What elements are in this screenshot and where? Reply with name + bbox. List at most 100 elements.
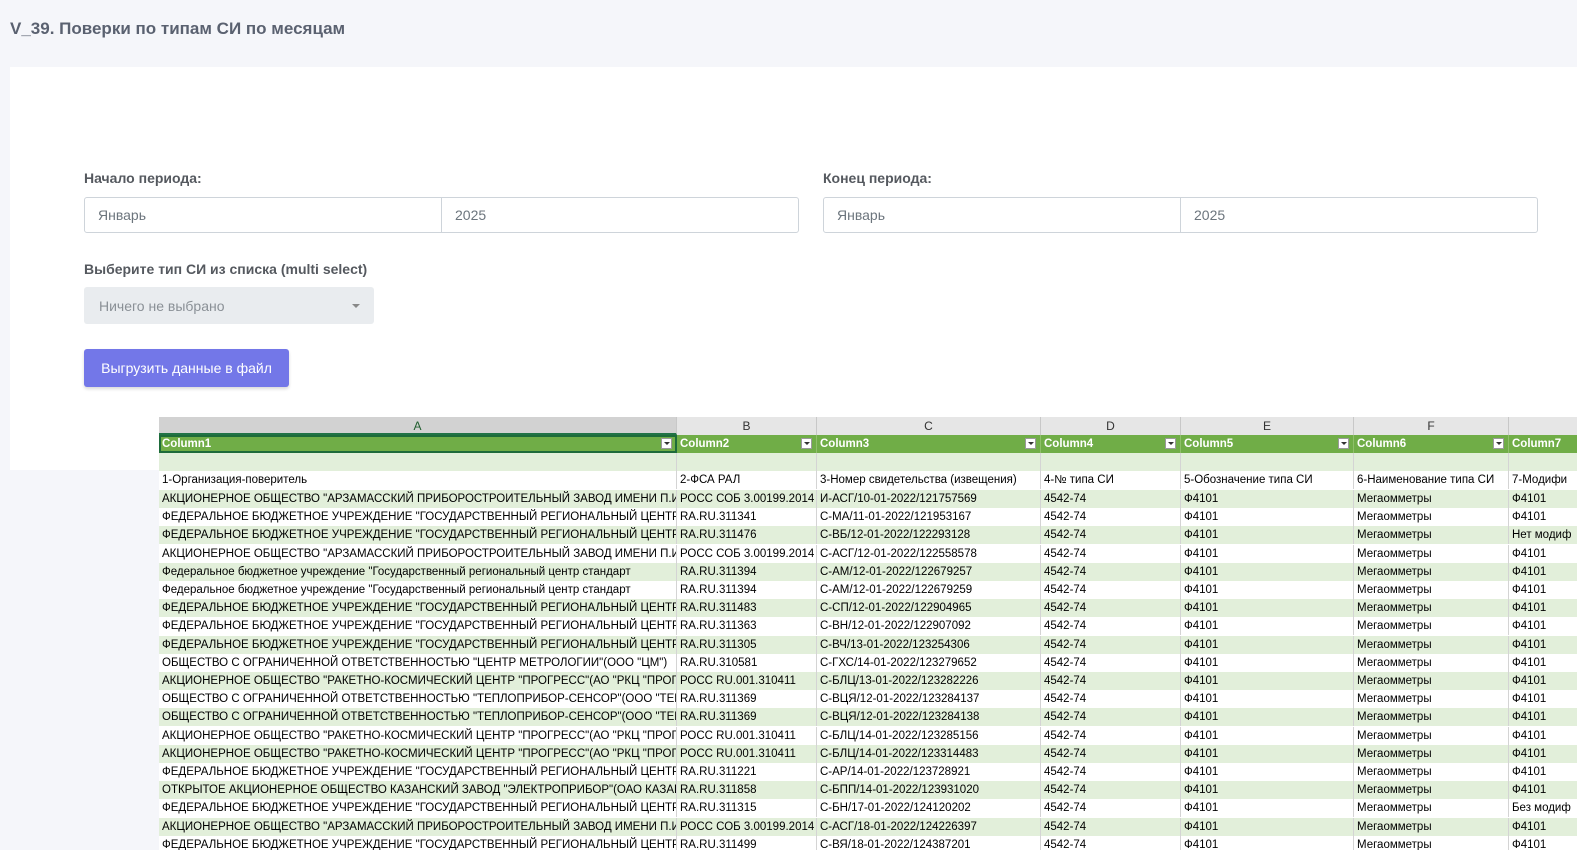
table-cell[interactable]: ОТКРЫТОЕ АКЦИОНЕРНОЕ ОБЩЕСТВО КАЗАНСКИЙ … <box>159 781 677 800</box>
table-cell[interactable]: С-ВЦЯ/12-01-2022/123284138 <box>817 708 1041 727</box>
table-cell[interactable]: РОСС RU.001.310411 <box>677 672 817 690</box>
table-cell[interactable]: 4542-74 <box>1041 508 1181 527</box>
table-cell[interactable]: Ф4101 <box>1509 745 1577 763</box>
header-cell[interactable]: Column5 <box>1181 435 1354 453</box>
end-month-select[interactable]: Январь <box>824 198 1180 232</box>
table-cell[interactable]: ФЕДЕРАЛЬНОЕ БЮДЖЕТНОЕ УЧРЕЖДЕНИЕ "ГОСУДА… <box>159 835 677 850</box>
table-cell[interactable]: Мегаомметры <box>1354 490 1509 508</box>
table-cell[interactable]: 4542-74 <box>1041 490 1181 508</box>
table-cell[interactable]: АКЦИОНЕРНОЕ ОБЩЕСТВО "РАКЕТНО-КОСМИЧЕСКИ… <box>159 672 677 690</box>
table-cell[interactable]: Ф4101 <box>1509 781 1577 799</box>
table-cell[interactable]: Мегаомметры <box>1354 508 1509 527</box>
table-cell[interactable]: RA.RU.311476 <box>677 526 817 545</box>
table-cell[interactable]: 3-Номер свидетельства (извещения) <box>817 471 1041 489</box>
table-cell[interactable]: С-ГХС/14-01-2022/123279652 <box>817 653 1041 672</box>
table-cell[interactable]: Ф4101 <box>1181 726 1354 745</box>
table-cell[interactable]: Нет модиф <box>1509 526 1577 544</box>
table-cell[interactable]: Федеральное бюджетное учреждение "Госуда… <box>159 581 677 599</box>
table-cell[interactable]: 4542-74 <box>1041 835 1181 850</box>
table-cell[interactable]: Мегаомметры <box>1354 835 1509 850</box>
table-cell[interactable]: RA.RU.311858 <box>677 781 817 800</box>
header-cell[interactable]: Column7 <box>1509 435 1577 453</box>
end-year-input[interactable]: 2025 <box>1180 198 1537 232</box>
table-cell[interactable]: РОСС RU.001.310411 <box>677 744 817 763</box>
table-cell[interactable]: Ф4101 <box>1509 508 1577 526</box>
table-cell[interactable]: 4542-74 <box>1041 562 1181 581</box>
table-cell[interactable]: ФЕДЕРАЛЬНОЕ БЮДЖЕТНОЕ УЧРЕЖДЕНИЕ "ГОСУДА… <box>159 599 677 618</box>
table-cell[interactable]: С-АСГ/18-01-2022/124226397 <box>817 817 1041 836</box>
column-letter-f[interactable]: F <box>1354 417 1509 435</box>
table-cell[interactable] <box>817 453 1041 471</box>
table-cell[interactable]: Ф4101 <box>1509 545 1577 563</box>
table-cell[interactable]: RA.RU.311341 <box>677 508 817 527</box>
table-cell[interactable]: Ф4101 <box>1509 763 1577 781</box>
table-cell[interactable]: 4542-74 <box>1041 708 1181 727</box>
table-cell[interactable]: РОСС СОБ 3.00199.2014 <box>677 490 817 508</box>
table-cell[interactable]: С-ВЯ/18-01-2022/124387201 <box>817 835 1041 850</box>
header-cell[interactable]: Column1 <box>159 435 677 453</box>
table-cell[interactable]: Ф4101 <box>1509 654 1577 672</box>
table-cell[interactable]: С-МА/11-01-2022/121953167 <box>817 508 1041 527</box>
table-cell[interactable]: ФЕДЕРАЛЬНОЕ БЮДЖЕТНОЕ УЧРЕЖДЕНИЕ "ГОСУДА… <box>159 526 677 545</box>
table-cell[interactable]: ОБЩЕСТВО С ОГРАНИЧЕННОЙ ОТВЕТСТВЕННОСТЬЮ… <box>159 653 677 672</box>
table-cell[interactable]: Ф4101 <box>1181 799 1354 818</box>
table-cell[interactable]: ФЕДЕРАЛЬНОЕ БЮДЖЕТНОЕ УЧРЕЖДЕНИЕ "ГОСУДА… <box>159 635 677 654</box>
filter-dropdown-icon[interactable] <box>1493 438 1504 449</box>
table-cell[interactable] <box>677 453 817 471</box>
table-cell[interactable]: Ф4101 <box>1509 727 1577 745</box>
table-cell[interactable]: Мегаомметры <box>1354 562 1509 581</box>
table-cell[interactable]: RA.RU.311394 <box>677 562 817 581</box>
table-cell[interactable]: Мегаомметры <box>1354 763 1509 781</box>
table-cell[interactable]: С-ВБ/12-01-2022/122293128 <box>817 526 1041 545</box>
table-cell[interactable]: Ф4101 <box>1509 836 1577 850</box>
table-cell[interactable]: Ф4101 <box>1181 635 1354 654</box>
start-year-input[interactable]: 2025 <box>441 198 798 232</box>
table-cell[interactable]: Ф4101 <box>1181 617 1354 636</box>
filter-dropdown-icon[interactable] <box>801 438 812 449</box>
table-cell[interactable]: RA.RU.311369 <box>677 690 817 709</box>
table-cell[interactable]: 6-Наименование типа СИ <box>1354 471 1509 489</box>
table-cell[interactable]: 4542-74 <box>1041 817 1181 836</box>
table-cell[interactable]: Мегаомметры <box>1354 726 1509 745</box>
table-cell[interactable]: Мегаомметры <box>1354 653 1509 672</box>
table-cell[interactable]: RA.RU.311305 <box>677 635 817 654</box>
start-month-select[interactable]: Январь <box>85 198 441 232</box>
table-cell[interactable]: 4542-74 <box>1041 526 1181 545</box>
table-cell[interactable]: 4542-74 <box>1041 726 1181 745</box>
export-button[interactable]: Выгрузить данные в файл <box>84 349 289 387</box>
table-cell[interactable]: Без модиф <box>1509 799 1577 817</box>
table-cell[interactable]: Мегаомметры <box>1354 526 1509 545</box>
table-cell[interactable]: Ф4101 <box>1181 544 1354 563</box>
table-cell[interactable]: АКЦИОНЕРНОЕ ОБЩЕСТВО "РАКЕТНО-КОСМИЧЕСКИ… <box>159 726 677 745</box>
header-cell[interactable]: Column6 <box>1354 435 1509 453</box>
table-cell[interactable]: Ф4101 <box>1181 490 1354 508</box>
table-cell[interactable]: РОСС СОБ 3.00199.2014 <box>677 544 817 563</box>
table-cell[interactable]: Ф4101 <box>1181 562 1354 581</box>
column-letter-a[interactable]: A <box>159 417 677 435</box>
table-cell[interactable]: Ф4101 <box>1509 581 1577 599</box>
table-cell[interactable]: Ф4101 <box>1181 526 1354 545</box>
table-cell[interactable]: 4542-74 <box>1041 653 1181 672</box>
table-cell[interactable]: С-АМ/12-01-2022/122679257 <box>817 562 1041 581</box>
table-cell[interactable]: 7-Модифи <box>1509 471 1577 489</box>
table-cell[interactable]: Ф4101 <box>1509 490 1577 508</box>
table-cell[interactable]: 5-Обозначение типа СИ <box>1181 471 1354 489</box>
table-cell[interactable]: Мегаомметры <box>1354 781 1509 800</box>
table-cell[interactable]: 4-№ типа СИ <box>1041 471 1181 489</box>
table-cell[interactable]: ФЕДЕРАЛЬНОЕ БЮДЖЕТНОЕ УЧРЕЖДЕНИЕ "ГОСУДА… <box>159 508 677 527</box>
column-letter-c[interactable]: C <box>817 417 1041 435</box>
table-cell[interactable]: Ф4101 <box>1509 708 1577 726</box>
table-cell[interactable]: 4542-74 <box>1041 690 1181 709</box>
table-cell[interactable]: Ф4101 <box>1181 781 1354 800</box>
table-cell[interactable]: С-БЛЦ/14-01-2022/123285156 <box>817 726 1041 745</box>
table-cell[interactable]: Ф4101 <box>1181 817 1354 836</box>
table-cell[interactable]: Ф4101 <box>1509 690 1577 708</box>
table-cell[interactable]: Мегаомметры <box>1354 617 1509 636</box>
table-cell[interactable]: АКЦИОНЕРНОЕ ОБЩЕСТВО "АРЗАМАССКИЙ ПРИБОР… <box>159 817 677 836</box>
filter-dropdown-icon[interactable] <box>1165 438 1176 449</box>
table-cell[interactable]: Мегаомметры <box>1354 544 1509 563</box>
table-cell[interactable]: С-БН/17-01-2022/124120202 <box>817 799 1041 818</box>
table-cell[interactable]: И-АСГ/10-01-2022/121757569 <box>817 490 1041 508</box>
table-cell[interactable]: Мегаомметры <box>1354 799 1509 818</box>
table-cell[interactable]: С-БЛЦ/13-01-2022/123282226 <box>817 672 1041 690</box>
